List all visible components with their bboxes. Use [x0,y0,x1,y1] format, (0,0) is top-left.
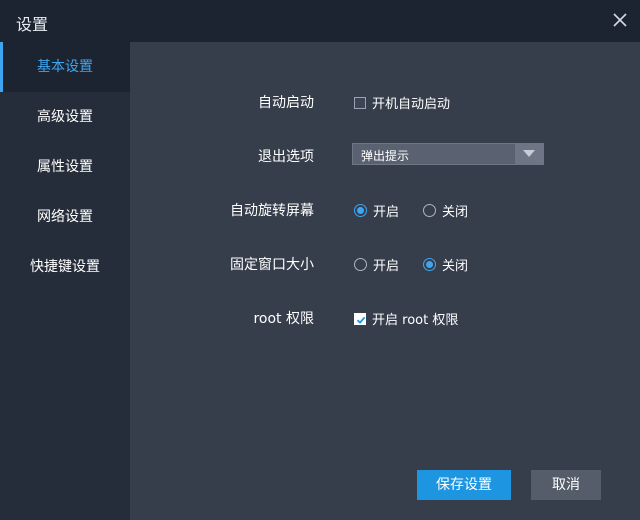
rotate-off-label: 关闭 [442,205,469,220]
sidebar-item-label: 属性设置 [37,159,93,175]
rotate-off-option[interactable]: 关闭 [423,201,468,220]
rotate-radio-group: 开启 关闭 [354,201,492,220]
rotate-on-label: 开启 [373,205,400,220]
root-checkbox-option[interactable]: 开启 root 权限 [354,309,458,328]
checkmark-icon [356,316,366,324]
sidebar-item-label: 基本设置 [37,59,93,75]
cancel-button[interactable]: 取消 [531,470,601,500]
sidebar-item-label: 高级设置 [37,109,93,125]
exit-option-select[interactable]: 弹出提示 [352,143,544,165]
chevron-down-icon [523,150,535,157]
autostart-label: 自动启动 [258,95,314,111]
rotate-label: 自动旋转屏幕 [230,203,314,219]
window-title: 设置 [16,15,49,34]
dropdown-button[interactable] [515,144,543,164]
autostart-checkbox[interactable] [354,96,366,109]
fixed-size-on-label: 开启 [373,259,400,274]
settings-panel: 自动启动 开机自动启动 退出选项 弹出提示 自动旋转屏幕 开启 关闭 固定窗口大… [130,42,640,520]
autostart-option-label: 开机自动启动 [372,97,451,112]
fixed-size-off-radio[interactable] [423,258,437,271]
fixed-size-off-option[interactable]: 关闭 [423,255,468,274]
close-icon [613,13,627,27]
fixed-size-radio-group: 开启 关闭 [354,255,492,274]
close-button[interactable] [610,10,630,30]
root-label: root 权限 [253,311,314,327]
root-option-label: 开启 root 权限 [372,313,459,328]
root-checkbox[interactable] [354,312,366,325]
sidebar-item-basic[interactable]: 基本设置 [0,42,130,92]
title-bar: 设置 [0,0,640,42]
fixed-size-on-option[interactable]: 开启 [354,255,399,274]
exit-option-value: 弹出提示 [361,149,410,163]
sidebar-item-shortcuts[interactable]: 快捷键设置 [0,242,130,292]
rotate-on-option[interactable]: 开启 [354,201,399,220]
rotate-on-radio[interactable] [354,204,367,217]
autostart-checkbox-option[interactable]: 开机自动启动 [354,93,450,112]
sidebar-item-properties[interactable]: 属性设置 [0,142,130,192]
exit-option-label: 退出选项 [258,149,314,165]
fixed-size-on-radio[interactable] [354,258,367,271]
sidebar-item-label: 网络设置 [37,209,93,225]
sidebar-item-label: 快捷键设置 [30,259,100,275]
sidebar: 基本设置 高级设置 属性设置 网络设置 快捷键设置 [0,42,130,520]
rotate-off-radio[interactable] [423,204,437,217]
sidebar-item-network[interactable]: 网络设置 [0,192,130,242]
save-settings-button[interactable]: 保存设置 [417,470,511,500]
fixed-size-off-label: 关闭 [442,259,469,274]
sidebar-item-advanced[interactable]: 高级设置 [0,92,130,142]
fixed-size-label: 固定窗口大小 [230,257,314,273]
